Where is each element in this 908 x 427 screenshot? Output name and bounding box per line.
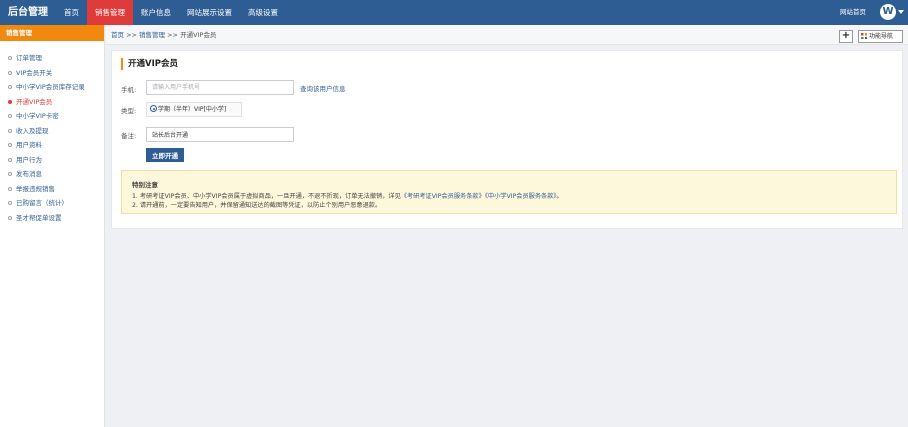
sidebar-item-user-behavior[interactable]: 用户行为	[0, 153, 104, 168]
k12-terms-link[interactable]: 《中小学VIP会员服务条款》	[485, 193, 557, 200]
sidebar-title: 销售管理	[0, 25, 104, 41]
bullet-icon	[8, 114, 12, 118]
sidebar-item-user-profile[interactable]: 用户资料	[0, 138, 104, 153]
breadcrumb-bar: 首页 >> 销售管理 >> 开通VIP会员 + 功能导航	[106, 25, 908, 45]
app-logo: 后台管理	[8, 7, 48, 18]
notice-title: 特别注意	[132, 181, 158, 189]
radio-selected-icon[interactable]	[150, 105, 157, 112]
breadcrumb-home[interactable]: 首页	[111, 31, 124, 39]
notice-line-2: 2. 请开通前，一定要告知用户，并保留通知送达的截图等凭证，以防止个别用户恶意退…	[132, 202, 382, 209]
bullet-icon	[8, 157, 12, 162]
bullet-icon	[8, 70, 12, 75]
phone-input[interactable]	[146, 80, 294, 95]
breadcrumb: 首页 >> 销售管理 >> 开通VIP会员	[111, 25, 216, 45]
sidebar-item-label: 收入及提现	[16, 126, 49, 135]
notice-line-1-text: 1. 考研考证VIP会员、中小学VIP会员属于虚拟商品，一旦开通，不退不折现，订…	[132, 193, 401, 200]
nav-site-display[interactable]: 网站展示设置	[179, 0, 240, 25]
bullet-icon	[8, 186, 12, 191]
sidebar-item-open-vip[interactable]: 开通VIP会员	[0, 95, 104, 110]
sidebar-item-label: 中小学VIP会员库存记录	[16, 83, 85, 91]
bullet-icon	[8, 85, 12, 89]
bullet-icon	[8, 143, 12, 147]
bullet-icon	[8, 215, 12, 220]
sidebar-item-orders[interactable]: 订单管理	[0, 51, 104, 66]
sidebar-item-label: 用户行为	[16, 155, 42, 164]
sidebar-item-label: 已购留言（统计）	[16, 199, 68, 207]
sidebar-item-label: 开通VIP会员	[16, 97, 53, 106]
sidebar-item-label: 用户资料	[16, 141, 42, 149]
sidebar-item-label: 中小学VIP卡密	[16, 112, 59, 120]
remark-input[interactable]	[146, 127, 294, 142]
sidebar-item-vip-switch[interactable]: VIP会员开关	[0, 66, 104, 81]
sidebar-menu: 订单管理 VIP会员开关 中小学VIP会员库存记录 开通VIP会员 中小学VIP…	[0, 51, 104, 225]
sidebar-item-report[interactable]: 举报违规销售	[0, 182, 104, 197]
phone-label: 手机:	[121, 86, 137, 94]
query-user-link[interactable]: 查询该用户信息	[300, 83, 346, 93]
sidebar-item-income[interactable]: 收入及提现	[0, 124, 104, 139]
top-navbar: 后台管理 首页 销售管理 账户信息 网站展示设置 高级设置 网站首页 W	[0, 0, 908, 25]
function-nav-label: 功能导航	[869, 33, 894, 40]
nav-home[interactable]: 首页	[56, 0, 87, 25]
breadcrumb-current: 开通VIP会员	[180, 31, 217, 39]
breadcrumb-separator: >>	[124, 31, 140, 39]
vip-type-option[interactable]: 学期（半年）VIP[中小学]	[146, 102, 242, 117]
breadcrumb-section[interactable]: 销售管理	[139, 31, 165, 39]
grid-icon	[861, 33, 867, 39]
sidebar-item-k12-stock[interactable]: 中小学VIP会员库存记录	[0, 80, 104, 95]
sidebar-item-publish-message[interactable]: 发布消息	[0, 167, 104, 182]
bullet-icon	[8, 172, 12, 176]
breadcrumb-separator: >>	[165, 31, 181, 39]
sidebar-item-label: VIP会员开关	[16, 68, 53, 77]
vip-type-text: 学期（半年）VIP[中小学]	[158, 106, 227, 113]
bullet-icon	[8, 99, 12, 104]
bullet-icon	[8, 128, 12, 133]
notice-line-1: 1. 考研考证VIP会员、中小学VIP会员属于虚拟商品，一旦开通，不退不折现，订…	[132, 192, 896, 201]
sidebar-item-label: 圣才帮促单设置	[16, 213, 62, 222]
add-button[interactable]: +	[839, 30, 853, 43]
caret-down-icon[interactable]	[898, 10, 904, 14]
bullet-icon	[8, 56, 12, 60]
kaoyan-terms-link[interactable]: 《考研考证VIP会员服务条款》	[401, 193, 485, 200]
sidebar-item-label: 订单管理	[16, 54, 42, 62]
notice-box: 特别注意 1. 考研考证VIP会员、中小学VIP会员属于虚拟商品，一旦开通，不退…	[121, 170, 897, 214]
function-nav-button[interactable]: 功能导航	[858, 30, 903, 43]
remark-label: 备注:	[121, 132, 137, 140]
page-title: 开通VIP会员	[121, 58, 178, 70]
main-nav: 首页 销售管理 账户信息 网站展示设置 高级设置	[56, 0, 286, 25]
sidebar: 销售管理 订单管理 VIP会员开关 中小学VIP会员库存记录 开通VIP会员 中…	[0, 25, 105, 427]
sidebar-item-label: 举报违规销售	[16, 184, 55, 193]
bullet-icon	[8, 201, 12, 205]
notice-line-1-end: 。	[556, 193, 563, 200]
sidebar-item-promo-settings[interactable]: 圣才帮促单设置	[0, 211, 104, 226]
sidebar-item-k12-card[interactable]: 中小学VIP卡密	[0, 109, 104, 124]
nav-advanced[interactable]: 高级设置	[240, 0, 286, 25]
nav-sales[interactable]: 销售管理	[87, 0, 133, 25]
type-label: 类型:	[121, 107, 137, 115]
site-home-link[interactable]: 网站首页	[840, 0, 866, 25]
open-now-button[interactable]: 立即开通	[146, 148, 184, 162]
open-vip-panel: 开通VIP会员 手机: 查询该用户信息 类型: 学期（半年）VIP[中小学] 备…	[111, 50, 903, 229]
sidebar-item-purchased-comments[interactable]: 已购留言（统计）	[0, 196, 104, 211]
nav-account[interactable]: 账户信息	[133, 0, 179, 25]
sidebar-item-label: 发布消息	[16, 170, 42, 178]
user-avatar[interactable]: W	[880, 4, 896, 20]
